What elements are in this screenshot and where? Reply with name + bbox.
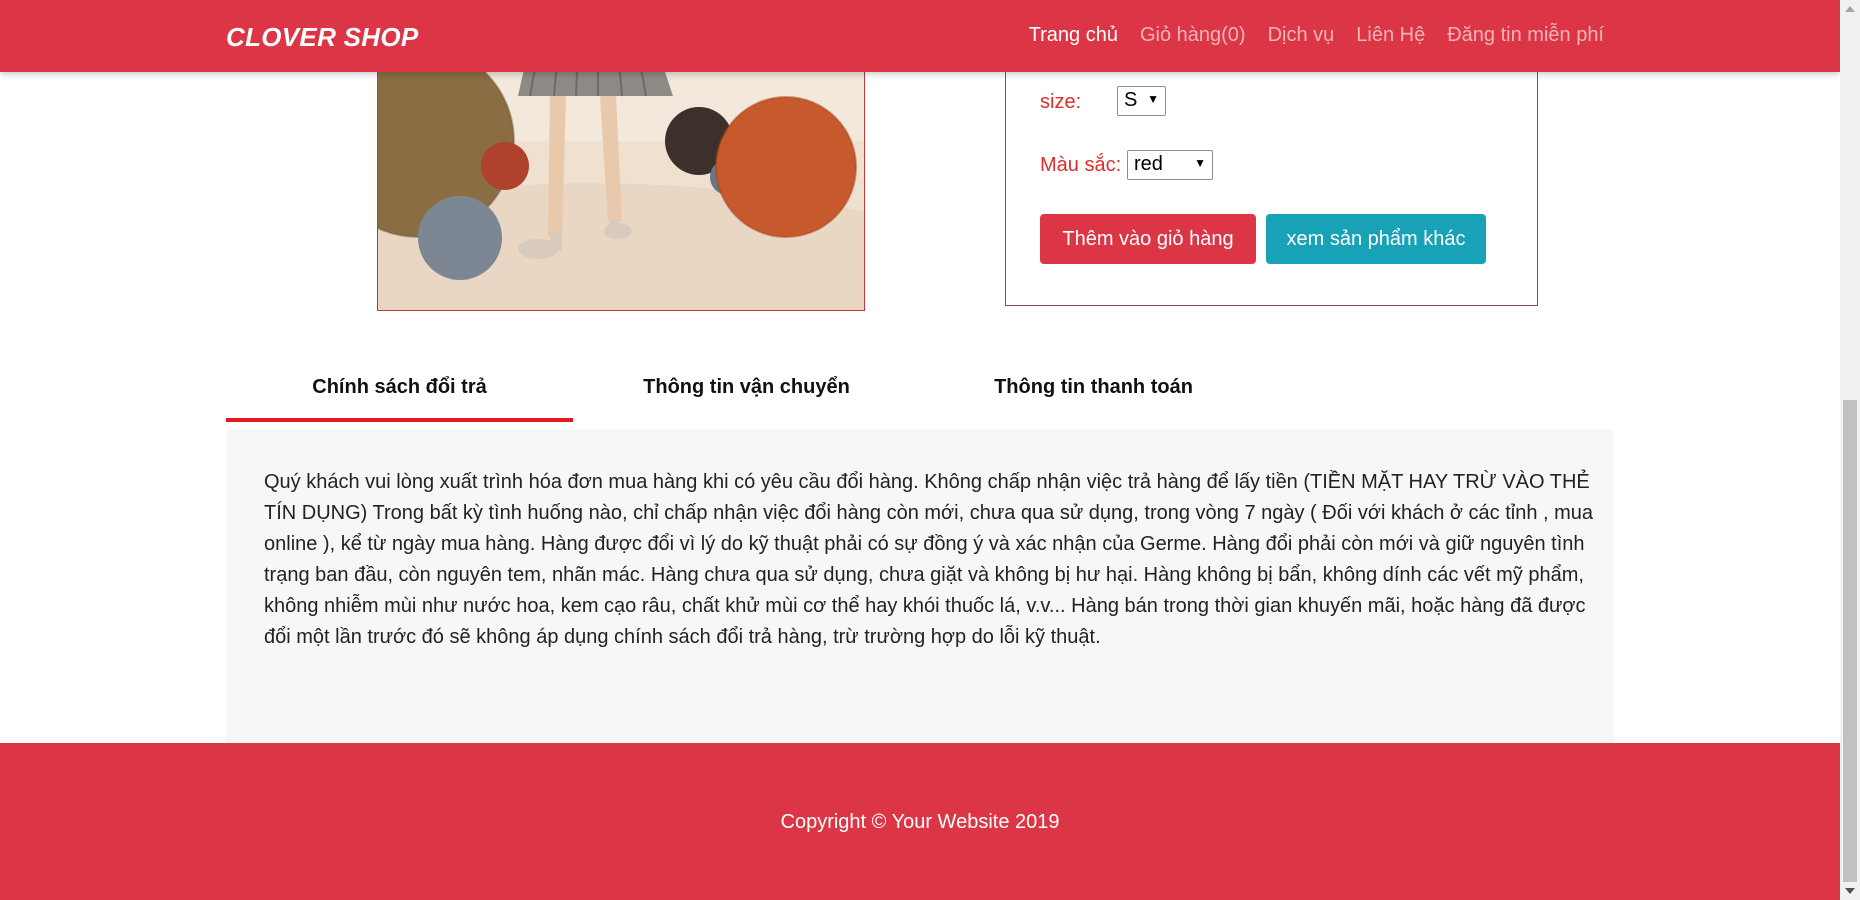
page-scrollbar[interactable] <box>1840 0 1860 900</box>
chevron-down-icon: ▼ <box>1147 92 1159 106</box>
product-image <box>377 50 865 311</box>
nav-link-cart[interactable]: Giỏ hàng(0) <box>1140 24 1246 47</box>
view-other-products-button[interactable]: xem sản phẩm khác <box>1266 214 1486 264</box>
tab-return-policy[interactable]: Chính sách đổi trả <box>226 360 573 422</box>
color-select-value: red <box>1134 153 1163 175</box>
tab-content-panel: Quý khách vui lòng xuất trình hóa đơn mu… <box>226 429 1614 743</box>
footer-copyright: Copyright © Your Website 2019 <box>780 811 1060 833</box>
tab-shipping-info[interactable]: Thông tin vận chuyển <box>573 360 920 422</box>
brand-logo[interactable]: CLOVER SHOP <box>226 22 419 53</box>
nav-link-home[interactable]: Trang chủ <box>1029 24 1118 47</box>
top-navbar: CLOVER SHOP Trang chủ Giỏ hàng(0) Dịch v… <box>0 0 1840 72</box>
size-select-value: S <box>1124 89 1138 111</box>
color-select[interactable]: red ▼ <box>1127 150 1213 180</box>
chevron-down-icon: ▼ <box>1194 156 1206 170</box>
add-to-cart-button[interactable]: Thêm vào giỏ hàng <box>1040 214 1256 264</box>
color-label: Màu sắc: <box>1040 154 1122 176</box>
nav-link-free-post[interactable]: Đăng tin miễn phí <box>1447 24 1604 47</box>
nav-links: Trang chủ Giỏ hàng(0) Dịch vụ Liên Hệ Đă… <box>1029 24 1604 47</box>
page-viewport: CLOVER SHOP Trang chủ Giỏ hàng(0) Dịch v… <box>0 0 1840 900</box>
product-photo-illustration <box>378 51 864 310</box>
scrollbar-thumb[interactable] <box>1843 400 1857 882</box>
nav-link-contact[interactable]: Liên Hệ <box>1356 24 1425 47</box>
scroll-down-icon[interactable] <box>1845 888 1855 894</box>
info-tabs: Chính sách đổi trả Thông tin vận chuyển … <box>226 360 1614 422</box>
scroll-up-icon[interactable] <box>1845 6 1855 12</box>
return-policy-text: Quý khách vui lòng xuất trình hóa đơn mu… <box>264 471 1594 648</box>
size-label: size: <box>1040 91 1082 113</box>
product-options-panel: size: S ▼ Màu sắc: red ▼ Thêm vào giỏ hà… <box>1005 40 1538 306</box>
nav-link-services[interactable]: Dịch vụ <box>1268 24 1335 47</box>
tab-payment-info[interactable]: Thông tin thanh toán <box>920 360 1267 422</box>
footer: Copyright © Your Website 2019 <box>0 743 1840 900</box>
size-select[interactable]: S ▼ <box>1117 86 1166 116</box>
